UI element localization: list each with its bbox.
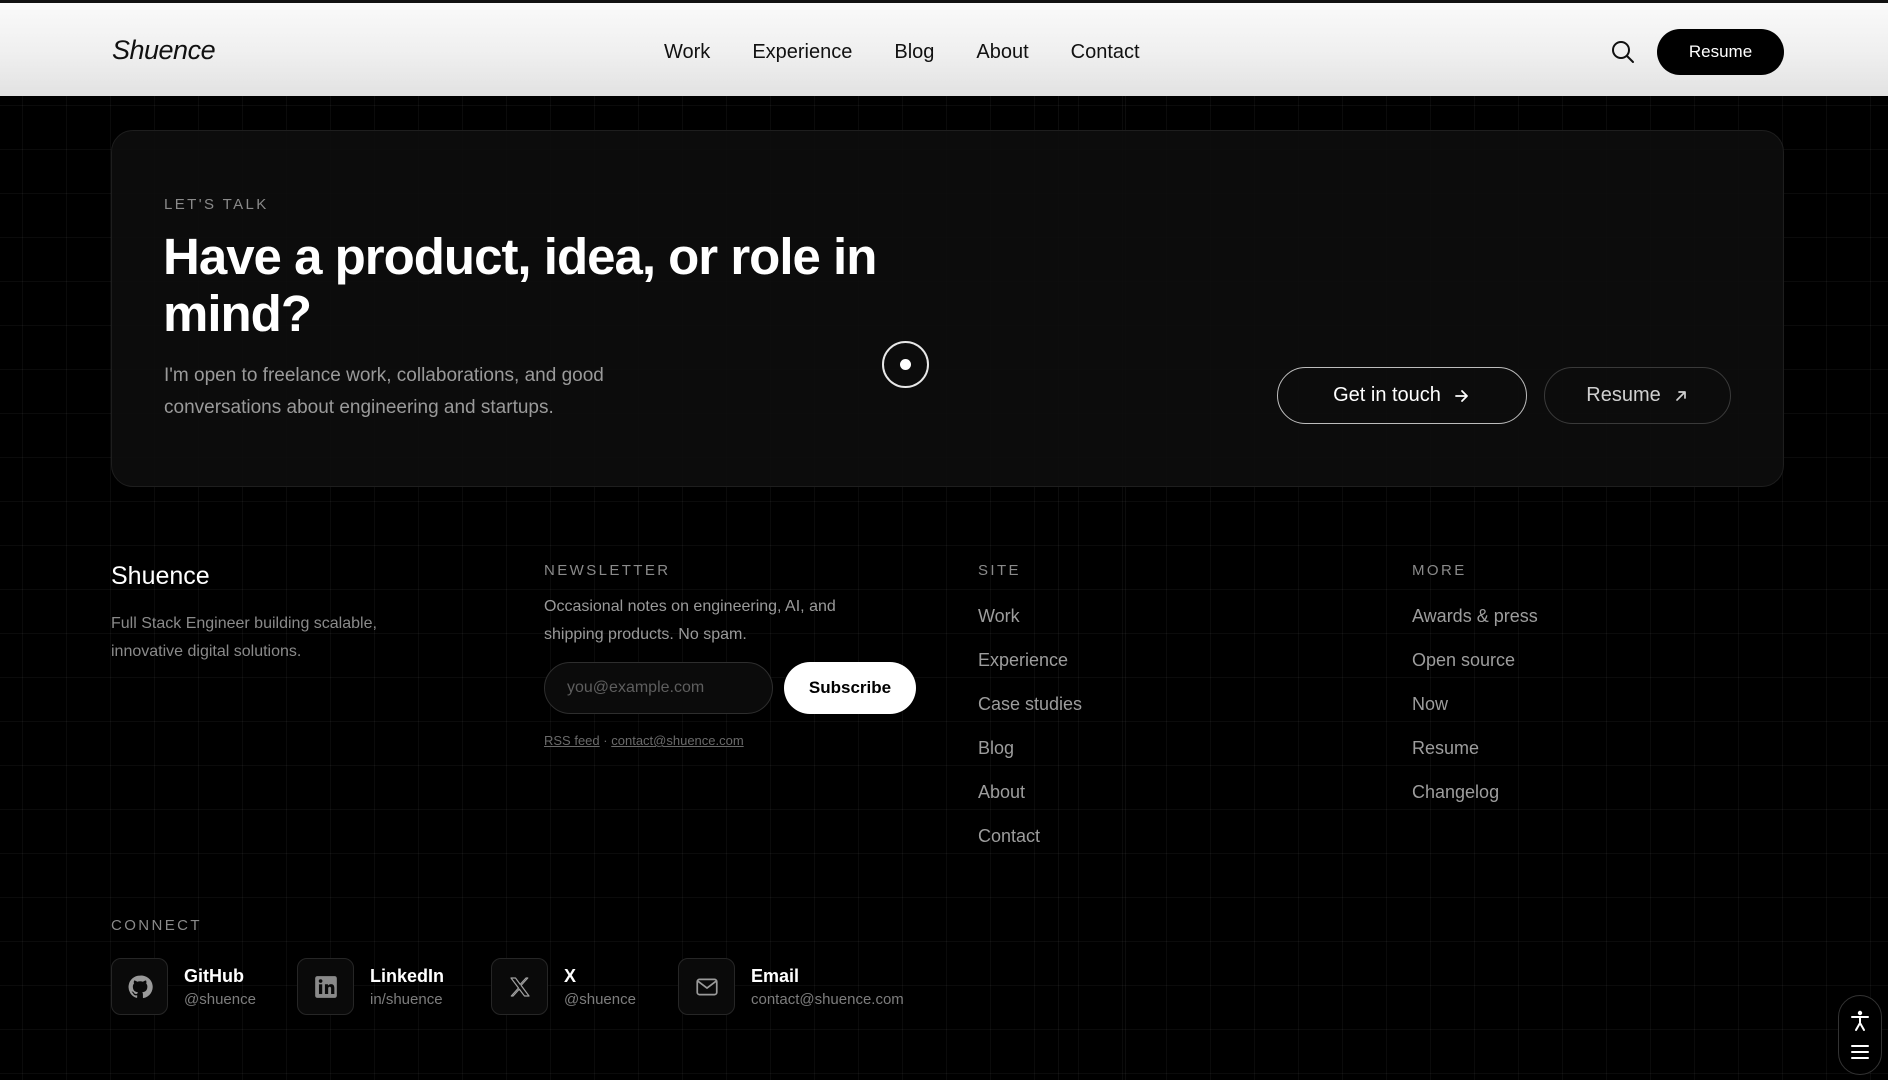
site-links: Work Experience Case studies Blog About … xyxy=(978,606,1082,870)
cta-resume-label: Resume xyxy=(1586,384,1661,406)
social-name: X xyxy=(564,965,577,986)
site-link-experience[interactable]: Experience xyxy=(978,650,1082,694)
resume-button[interactable]: Resume xyxy=(1657,29,1784,75)
cta-resume-button[interactable]: Resume xyxy=(1544,367,1731,424)
social-name: GitHub xyxy=(184,965,244,986)
get-in-touch-label: Get in touch xyxy=(1333,384,1441,406)
social-handle: @shuence xyxy=(564,990,636,1008)
contact-email-link[interactable]: contact@shuence.com xyxy=(611,733,743,748)
site-link-work[interactable]: Work xyxy=(978,606,1082,650)
social-name: Email xyxy=(751,965,800,986)
site-heading: SITE xyxy=(978,562,1021,579)
cursor-icon xyxy=(882,341,929,388)
social-handle: in/shuence xyxy=(370,990,443,1008)
arrow-up-right-icon xyxy=(1675,390,1686,401)
social-linkedin-text: LinkedIn in/shuence xyxy=(370,966,444,1008)
get-in-touch-button[interactable]: Get in touch xyxy=(1277,367,1527,424)
footer-brand: Shuence xyxy=(111,562,210,590)
social-handle: contact@shuence.com xyxy=(751,990,904,1008)
social-x-text: X @shuence xyxy=(564,966,636,1008)
connect-heading: CONNECT xyxy=(111,917,202,934)
mail-icon xyxy=(678,958,735,1015)
nav-experience[interactable]: Experience xyxy=(752,41,852,64)
menu-icon xyxy=(1851,1044,1869,1059)
site-link-contact[interactable]: Contact xyxy=(978,826,1082,870)
newsletter-heading: NEWSLETTER xyxy=(544,562,671,579)
more-link-resume[interactable]: Resume xyxy=(1412,738,1538,782)
subscribe-button[interactable]: Subscribe xyxy=(784,662,916,714)
social-email-text: Email contact@shuence.com xyxy=(751,966,904,1008)
nav-blog[interactable]: Blog xyxy=(894,41,934,64)
social-github-text: GitHub @shuence xyxy=(184,966,256,1008)
x-icon xyxy=(491,958,548,1015)
footer-tagline: Full Stack Engineer building scalable, i… xyxy=(111,615,377,660)
newsletter-description: Occasional notes on engineering, AI, and… xyxy=(544,598,836,643)
more-link-changelog[interactable]: Changelog xyxy=(1412,782,1538,826)
social-email[interactable]: Email contact@shuence.com xyxy=(678,958,904,1015)
more-link-now[interactable]: Now xyxy=(1412,694,1538,738)
site-link-blog[interactable]: Blog xyxy=(978,738,1082,782)
github-icon xyxy=(111,958,168,1015)
search-icon[interactable] xyxy=(1610,39,1636,65)
more-link-open-source[interactable]: Open source xyxy=(1412,650,1538,694)
more-link-awards[interactable]: Awards & press xyxy=(1412,606,1538,650)
nav-contact[interactable]: Contact xyxy=(1071,41,1140,64)
arrow-right-icon xyxy=(1455,389,1468,402)
link-separator: · xyxy=(603,733,608,748)
cta-title: Have a product, idea, or role in mind? xyxy=(163,228,877,342)
brand-logo[interactable]: Shuence xyxy=(112,35,216,66)
rss-feed-link[interactable]: RSS feed xyxy=(544,733,600,748)
main-nav: Work Experience Blog About Contact xyxy=(664,41,1182,64)
linkedin-icon xyxy=(297,958,354,1015)
social-x[interactable]: X @shuence xyxy=(491,958,636,1015)
cta-eyebrow: LET'S TALK xyxy=(164,196,269,213)
social-handle: @shuence xyxy=(184,990,256,1008)
site-link-case-studies[interactable]: Case studies xyxy=(978,694,1082,738)
nav-work[interactable]: Work xyxy=(664,41,710,64)
more-links: Awards & press Open source Now Resume Ch… xyxy=(1412,606,1538,826)
more-heading: MORE xyxy=(1412,562,1467,579)
site-link-about[interactable]: About xyxy=(978,782,1082,826)
social-name: LinkedIn xyxy=(370,965,445,986)
nav-about[interactable]: About xyxy=(976,41,1028,64)
site-header: Shuence Work Experience Blog About Conta… xyxy=(0,0,1888,96)
accessibility-icon xyxy=(1851,1010,1869,1031)
cta-description: I'm open to freelance work, collaboratio… xyxy=(164,365,604,418)
social-github[interactable]: GitHub @shuence xyxy=(111,958,256,1015)
newsletter-links: RSS feed · contact@shuence.com xyxy=(544,733,744,748)
accessibility-widget[interactable] xyxy=(1838,995,1882,1075)
newsletter-email-input[interactable] xyxy=(544,662,773,714)
social-linkedin[interactable]: LinkedIn in/shuence xyxy=(297,958,444,1015)
